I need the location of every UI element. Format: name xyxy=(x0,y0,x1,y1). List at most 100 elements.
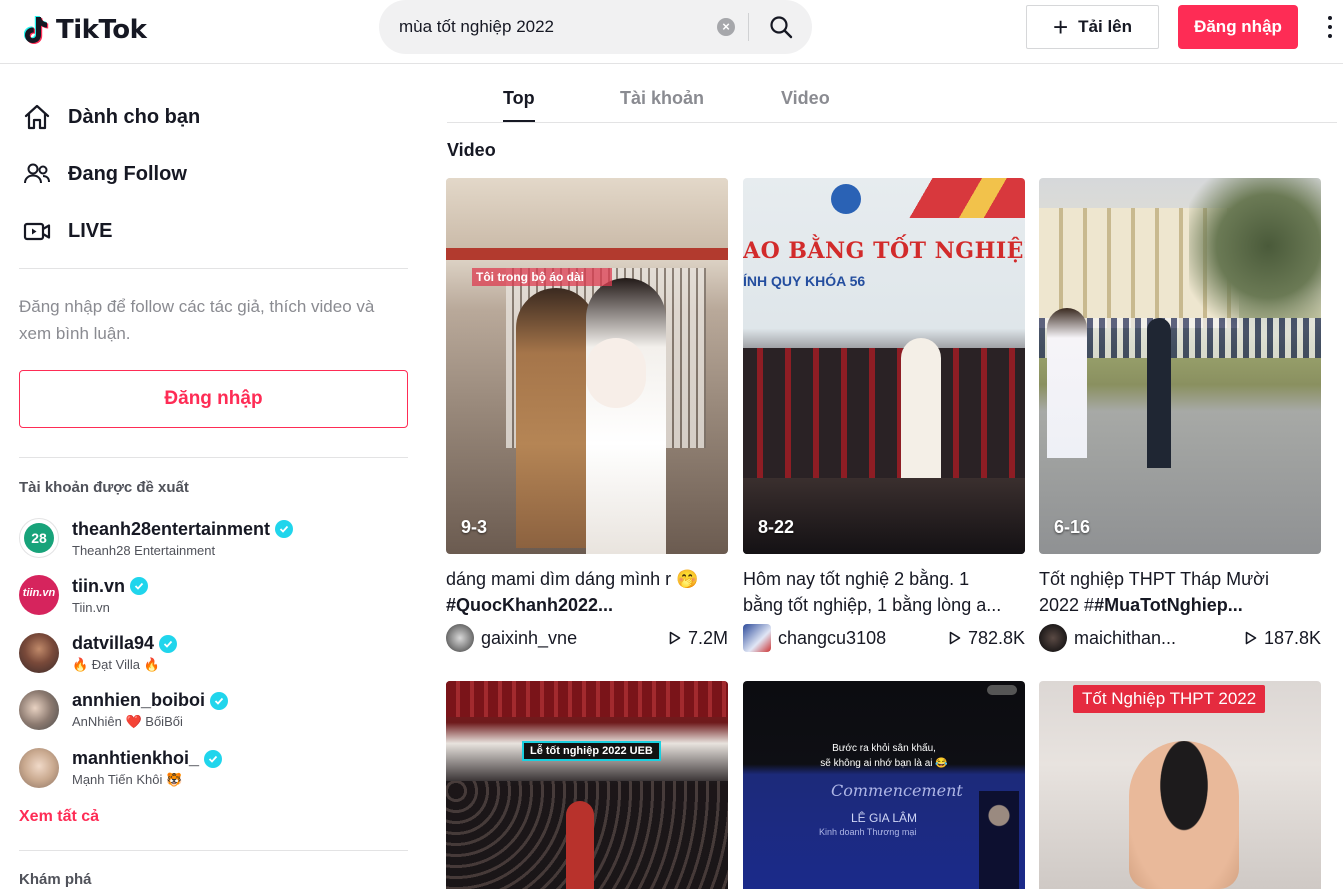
nav-for-you-label: Dành cho bạn xyxy=(68,105,201,128)
video-thumbnail[interactable]: Tốt Nghiệp THPT 2022 xyxy=(1039,681,1321,889)
search-bar[interactable]: mùa tốt nghiệp 2022 × xyxy=(379,0,812,54)
search-button[interactable] xyxy=(761,10,801,44)
upload-label: Tải lên xyxy=(1078,17,1133,36)
stage-floor xyxy=(743,478,1025,554)
account-display-name: Theanh28 Entertainment xyxy=(72,542,216,558)
banner-ribbon xyxy=(883,178,1025,218)
tiktok-logo-icon xyxy=(24,16,49,44)
video-meta: maichithan... 187.8K xyxy=(1039,623,1321,653)
play-icon xyxy=(1245,631,1257,645)
sign-stripe xyxy=(446,248,728,260)
more-options-icon[interactable] xyxy=(1326,16,1334,38)
video-meta: gaixinh_vne 7.2M xyxy=(446,623,728,653)
search-tabs: Top Tài khoản Video xyxy=(447,65,1337,123)
author-name[interactable]: maichithan... xyxy=(1074,628,1245,649)
clear-search-icon[interactable]: × xyxy=(717,18,735,36)
nav-live-label: LIVE xyxy=(68,219,113,242)
play-icon xyxy=(949,631,961,645)
suggested-account[interactable]: datvilla94 🔥 Đạt Villa 🔥 xyxy=(19,629,178,677)
account-display-name: AnNhiên ❤️ BốiBối xyxy=(72,714,183,729)
suggested-account[interactable]: tiin.vn tiin.vn Tiin.vn xyxy=(19,571,148,619)
video-caption-overlay: Lễ tốt nghiệp 2022 UEB xyxy=(522,741,661,761)
play-icon xyxy=(669,631,681,645)
login-hint-text: Đăng nhập để follow các tác giả, thích v… xyxy=(19,297,375,343)
video-card[interactable]: Tốt Nghiệp THPT 2022 xyxy=(1039,681,1321,889)
video-card[interactable]: Tôi trong bộ áo dài 9-3 dáng mami dìm dá… xyxy=(446,178,728,653)
author-avatar[interactable] xyxy=(1039,624,1067,652)
avatar xyxy=(19,633,59,673)
school-emblem xyxy=(831,184,861,214)
people-icon xyxy=(24,163,50,184)
white-dress-person xyxy=(901,338,941,498)
description-line: Hôm nay tốt nghiệ 2 bằng. 1 xyxy=(743,569,970,589)
tab-accounts[interactable]: Tài khoản xyxy=(620,88,704,109)
screen-major: Kinh doanh Thương mại xyxy=(819,827,917,837)
avatar-logo-text: tiin.vn xyxy=(22,587,56,599)
avatar xyxy=(19,748,59,788)
account-display-name: Tiin.vn xyxy=(72,599,110,615)
plus-icon: + xyxy=(1052,12,1069,42)
tab-video[interactable]: Video xyxy=(781,88,830,109)
search-divider xyxy=(748,13,749,41)
suggested-account[interactable]: 28 theanh28entertainment Theanh28 Entert… xyxy=(19,514,294,562)
red-curtain xyxy=(446,681,728,717)
account-display-name: 🔥 Đạt Villa 🔥 xyxy=(72,657,160,672)
account-name: tiin.vn xyxy=(72,575,125,596)
author-avatar[interactable] xyxy=(446,624,474,652)
video-card[interactable]: Lễ tốt nghiệp 2022 UEB xyxy=(446,681,728,889)
view-count: 187.8K xyxy=(1245,628,1321,649)
top-indicator xyxy=(987,685,1017,695)
video-caption-overlay: Tốt Nghiệp THPT 2022 xyxy=(1073,685,1266,713)
active-tab-indicator xyxy=(503,120,535,122)
video-description[interactable]: Hôm nay tốt nghiệ 2 bằng. 1 bằng tốt ngh… xyxy=(743,566,1025,618)
video-card[interactable]: AO BẰNG TỐT NGHIỆP ÍNH QUY KHÓA 56 8-22 … xyxy=(743,178,1025,653)
hashtag[interactable]: #MuaTotNghiep... xyxy=(1094,595,1243,615)
video-description[interactable]: dáng mami dìm dáng mình r 🤭 #QuocKhanh20… xyxy=(446,566,728,618)
top-header: TikTok mùa tốt nghiệp 2022 × + Tải lên Đ… xyxy=(0,0,1343,64)
sidebar-login-button[interactable]: Đăng nhập xyxy=(19,370,408,428)
see-all-link[interactable]: Xem tất cả xyxy=(19,808,99,826)
video-thumbnail[interactable]: 6-16 xyxy=(1039,178,1321,554)
video-caption-overlay: Bước ra khỏi sân khấu, xyxy=(832,743,936,754)
video-date: 8-22 xyxy=(758,517,795,537)
nav-for-you[interactable]: Dành cho bạn xyxy=(22,97,200,137)
search-input[interactable]: mùa tốt nghiệp 2022 xyxy=(399,17,709,37)
suggested-account[interactable]: manhtienkhoi_ Mạnh Tiến Khôi 🐯 xyxy=(19,744,223,792)
nav-following[interactable]: Đang Follow xyxy=(22,154,187,194)
tiktok-logo[interactable]: TikTok xyxy=(24,10,147,50)
building-sign xyxy=(446,178,728,254)
description-line: Tốt nghiệp THPT Tháp Mười xyxy=(1039,569,1269,589)
video-thumbnail[interactable]: Bước ra khỏi sân khấu, sẽ không ai nhớ b… xyxy=(743,681,1025,889)
logo-text: TikTok xyxy=(56,15,147,45)
author-name[interactable]: gaixinh_vne xyxy=(481,628,669,649)
video-thumbnail[interactable]: Tôi trong bộ áo dài 9-3 xyxy=(446,178,728,554)
nav-live[interactable]: LIVE xyxy=(22,211,112,251)
video-thumbnail[interactable]: AO BẰNG TỐT NGHIỆP ÍNH QUY KHÓA 56 8-22 xyxy=(743,178,1025,554)
author-avatar[interactable] xyxy=(743,624,771,652)
search-icon xyxy=(770,16,793,39)
video-caption-overlay: Tôi trong bộ áo dài xyxy=(472,268,612,286)
views-text: 7.2M xyxy=(687,627,728,648)
sidebar-divider xyxy=(19,457,408,458)
verified-icon xyxy=(130,577,148,595)
video-card[interactable]: 6-16 Tốt nghiệp THPT Tháp Mười 2022 ##Mu… xyxy=(1039,178,1321,653)
video-description[interactable]: Tốt nghiệp THPT Tháp Mười 2022 ##MuaTotN… xyxy=(1039,566,1321,618)
graduates-row xyxy=(743,348,1025,498)
views-text: 187.8K xyxy=(1263,627,1321,648)
header-login-button[interactable]: Đăng nhập xyxy=(1178,5,1298,49)
video-meta: changcu3108 782.8K xyxy=(743,623,1025,653)
description-line: dáng mami dìm dáng mình r 🤭 xyxy=(446,569,699,589)
video-date: 9-3 xyxy=(461,517,488,537)
author-name[interactable]: changcu3108 xyxy=(778,628,949,649)
description-line: bằng tốt nghiệp, 1 bằng lòng a... xyxy=(743,595,1002,615)
hashtag[interactable]: #QuocKhanh2022... xyxy=(446,592,728,618)
upload-button[interactable]: + Tải lên xyxy=(1026,5,1159,49)
video-card[interactable]: Bước ra khỏi sân khấu, sẽ không ai nhớ b… xyxy=(743,681,1025,889)
tab-top[interactable]: Top xyxy=(503,88,535,109)
video-date: 6-16 xyxy=(1054,517,1091,537)
account-display-name: Mạnh Tiến Khôi 🐯 xyxy=(72,772,183,787)
verified-icon xyxy=(210,691,228,710)
video-thumbnail[interactable]: Lễ tốt nghiệp 2022 UEB xyxy=(446,681,728,889)
suggested-account[interactable]: annhien_boiboi AnNhiên ❤️ BốiBối xyxy=(19,686,228,734)
banner-title: AO BẰNG TỐT NGHIỆP xyxy=(743,238,1025,264)
